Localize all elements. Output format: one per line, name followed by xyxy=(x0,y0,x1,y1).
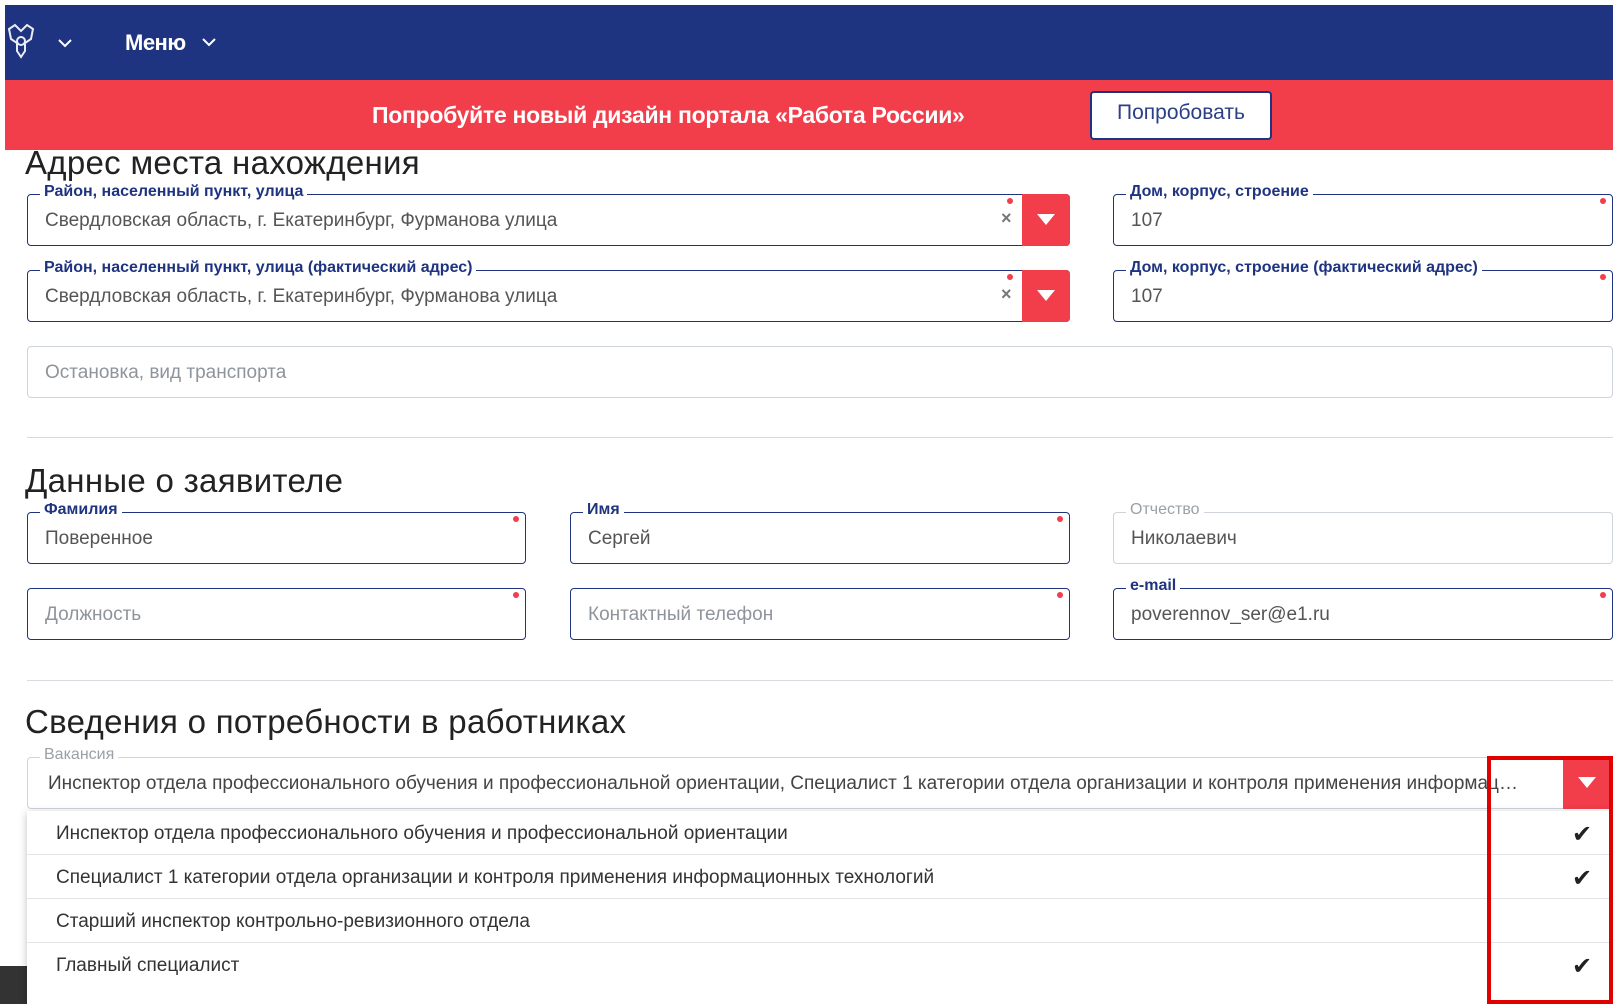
option-label: Специалист 1 категории отдела организаци… xyxy=(56,867,935,888)
annotation-highlight-box xyxy=(1487,756,1613,1004)
email-value: poverennov_ser@e1.ru xyxy=(1131,604,1330,625)
required-marker-icon xyxy=(1007,274,1013,280)
vacancy-option[interactable]: Специалист 1 категории отдела организаци… xyxy=(27,855,1613,899)
name-field[interactable]: Имя Сергей xyxy=(570,501,1070,564)
vacancy-options-list: Инспектор отдела профессионального обуче… xyxy=(27,811,1613,1004)
option-label: Инспектор отдела профессионального обуче… xyxy=(56,823,788,844)
position-input[interactable]: Должность xyxy=(27,588,526,640)
caret-down-icon xyxy=(1037,214,1055,225)
fact-street-field[interactable]: Район, населенный пункт, улица (фактичес… xyxy=(27,259,1070,322)
section-title-applicant: Данные о заявителе xyxy=(25,462,344,499)
fact-house-value: 107 xyxy=(1131,286,1163,307)
patronymic-value: Николаевич xyxy=(1131,528,1237,549)
fact-house-field[interactable]: Дом, корпус, строение (фактический адрес… xyxy=(1113,259,1613,322)
option-label: Старший инспектор контрольно-ревизионног… xyxy=(56,911,530,932)
coat-of-arms-icon[interactable] xyxy=(5,21,37,61)
street-label: Район, населенный пункт, улица xyxy=(40,183,308,201)
fact-street-label: Район, населенный пункт, улица (фактичес… xyxy=(40,259,477,277)
fact-street-value: Свердловская область, г. Екатеринбург, Ф… xyxy=(45,286,558,307)
name-label: Имя xyxy=(583,501,624,519)
menu-dropdown[interactable]: Меню xyxy=(125,30,217,56)
menu-label: Меню xyxy=(125,30,186,55)
section-divider xyxy=(27,680,1613,681)
chevron-down-icon xyxy=(202,38,216,47)
required-marker-icon xyxy=(1600,592,1606,598)
house-label: Дом, корпус, строение xyxy=(1126,183,1313,201)
surname-field[interactable]: Фамилия Поверенное xyxy=(27,501,526,564)
clear-icon[interactable]: × xyxy=(1001,284,1012,305)
house-value: 107 xyxy=(1131,210,1163,231)
street-field[interactable]: Район, населенный пункт, улица Свердловс… xyxy=(27,183,1070,246)
section-title-address: Адрес места нахождения xyxy=(25,144,420,181)
clear-icon[interactable]: × xyxy=(1001,208,1012,229)
option-label: Главный специалист xyxy=(56,955,240,976)
street-value: Свердловская область, г. Екатеринбург, Ф… xyxy=(45,210,558,231)
house-field[interactable]: Дом, корпус, строение 107 xyxy=(1113,183,1613,246)
fact-street-dropdown-button[interactable] xyxy=(1022,270,1070,322)
surname-value: Поверенное xyxy=(45,528,153,549)
vacancy-option[interactable]: Старший инспектор контрольно-ревизионног… xyxy=(27,899,1613,943)
vacancy-option[interactable]: Инспектор отдела профессионального обуче… xyxy=(27,811,1613,855)
email-label: e-mail xyxy=(1126,577,1181,595)
name-value: Сергей xyxy=(588,528,651,549)
required-marker-icon xyxy=(513,592,519,598)
required-marker-icon xyxy=(1057,516,1063,522)
section-divider xyxy=(27,437,1613,438)
required-marker-icon xyxy=(1600,274,1606,280)
street-dropdown-button[interactable] xyxy=(1022,194,1070,246)
position-placeholder: Должность xyxy=(45,604,142,625)
vacancy-option[interactable]: Главный специалист ✔ xyxy=(27,943,1613,987)
required-marker-icon xyxy=(1007,198,1013,204)
vacancy-value: Инспектор отдела профессионального обуче… xyxy=(48,773,1526,794)
required-marker-icon xyxy=(513,516,519,522)
section-title-needs: Сведения о потребности в работниках xyxy=(25,703,627,740)
fact-house-label: Дом, корпус, строение (фактический адрес… xyxy=(1126,259,1482,277)
phone-input[interactable]: Контактный телефон xyxy=(570,588,1070,640)
chevron-down-icon[interactable] xyxy=(57,38,73,48)
patronymic-label: Отчество xyxy=(1126,501,1204,519)
transport-placeholder: Остановка, вид транспорта xyxy=(45,362,287,383)
email-field[interactable]: e-mail poverennov_ser@e1.ru xyxy=(1113,577,1613,640)
required-marker-icon xyxy=(1057,592,1063,598)
try-new-design-button[interactable]: Попробовать xyxy=(1090,91,1272,140)
vacancy-select[interactable]: Вакансия Инспектор отдела профессиональн… xyxy=(27,746,1613,809)
top-nav-bar: Меню xyxy=(5,5,1613,80)
promo-text: Попробуйте новый дизайн портала «Работа … xyxy=(372,102,965,128)
phone-placeholder: Контактный телефон xyxy=(588,604,774,625)
patronymic-field[interactable]: Отчество Николаевич xyxy=(1113,501,1613,564)
promo-banner: Попробуйте новый дизайн портала «Работа … xyxy=(5,80,1613,150)
transport-input[interactable]: Остановка, вид транспорта xyxy=(27,346,1613,398)
vacancy-label: Вакансия xyxy=(40,746,119,764)
caret-down-icon xyxy=(1037,290,1055,301)
required-marker-icon xyxy=(1600,198,1606,204)
surname-label: Фамилия xyxy=(40,501,122,519)
